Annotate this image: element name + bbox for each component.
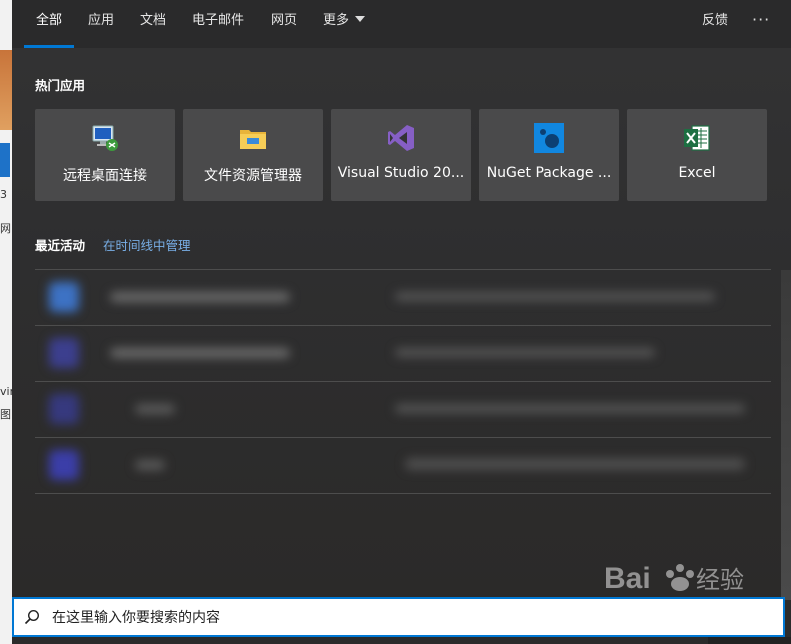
- remote-desktop-icon: [92, 125, 118, 151]
- blurred-url: [405, 458, 745, 470]
- desktop-window-fragment: [0, 143, 10, 177]
- app-tile-label: 远程桌面连接: [63, 168, 147, 184]
- app-tile-visual-studio[interactable]: Visual Studio 20...: [331, 109, 471, 201]
- blurred-url: [395, 404, 745, 413]
- app-tile-nuget[interactable]: NuGet Package ...: [479, 109, 619, 201]
- search-icon: [24, 609, 40, 625]
- more-options-button[interactable]: ···: [752, 0, 770, 48]
- top-apps-list: 远程桌面连接 文件资源管理器 Visual Studio 20... NuGet…: [35, 109, 775, 201]
- nuget-icon: [534, 123, 564, 153]
- tab-more-label: 更多: [323, 13, 350, 28]
- blurred-url: [395, 348, 655, 357]
- app-tile-label: Visual Studio 20...: [337, 165, 465, 181]
- search-box[interactable]: [12, 597, 785, 637]
- tab-documents[interactable]: 文档: [140, 0, 166, 48]
- blurred-text: [110, 292, 290, 302]
- desktop-background-strip: 3 网 vir 图: [0, 0, 14, 644]
- excel-icon: [684, 125, 710, 151]
- app-tile-file-explorer[interactable]: 文件资源管理器: [183, 109, 323, 201]
- visual-studio-icon: [388, 125, 414, 151]
- feedback-button[interactable]: 反馈: [702, 0, 728, 48]
- tab-web[interactable]: 网页: [271, 0, 297, 48]
- manage-in-timeline-link[interactable]: 在时间线中管理: [103, 235, 191, 254]
- app-tile-label: 文件资源管理器: [204, 168, 302, 184]
- desktop-text-fragment: 网: [0, 222, 11, 235]
- tab-more[interactable]: 更多: [323, 0, 366, 48]
- app-tile-label: NuGet Package ...: [486, 165, 612, 181]
- taskbar-fragment: [708, 637, 791, 644]
- blurred-text: [135, 404, 175, 414]
- top-apps-heading: 热门应用: [35, 78, 86, 93]
- recent-activity-item[interactable]: [35, 437, 771, 494]
- blurred-icon: [49, 338, 79, 368]
- blurred-icon: [49, 282, 79, 312]
- search-input[interactable]: [50, 605, 754, 631]
- app-tile-excel[interactable]: Excel: [627, 109, 767, 201]
- blurred-icon: [49, 394, 79, 424]
- tab-all[interactable]: 全部: [23, 0, 75, 48]
- desktop-text-fragment: 图: [0, 408, 11, 421]
- recent-activity-item[interactable]: [35, 269, 771, 326]
- search-tab-bar: 全部 应用 文档 电子邮件 网页 更多 反馈 ···: [12, 0, 791, 48]
- tab-email[interactable]: 电子邮件: [192, 0, 244, 48]
- file-explorer-icon: [240, 130, 266, 149]
- blurred-text: [135, 460, 165, 470]
- chevron-down-icon: [355, 16, 366, 22]
- app-tile-remote-desktop[interactable]: 远程桌面连接: [35, 109, 175, 201]
- desktop-wallpaper-fragment: [0, 50, 12, 130]
- search-panel: 全部 应用 文档 电子邮件 网页 更多 反馈 ··· 热门应用 远程桌面连接 文…: [12, 0, 791, 597]
- tab-apps[interactable]: 应用: [88, 0, 114, 48]
- blurred-text: [110, 348, 290, 358]
- divider: [35, 493, 771, 494]
- desktop-text-fragment: 3: [0, 188, 7, 201]
- recent-activity-item[interactable]: [35, 381, 771, 438]
- blurred-url: [395, 292, 715, 301]
- blurred-icon: [49, 450, 79, 480]
- app-tile-label: Excel: [678, 165, 716, 181]
- desktop-background-strip: [781, 270, 791, 600]
- recent-activity-item[interactable]: [35, 325, 771, 382]
- recent-activity-heading: 最近活动: [35, 238, 86, 253]
